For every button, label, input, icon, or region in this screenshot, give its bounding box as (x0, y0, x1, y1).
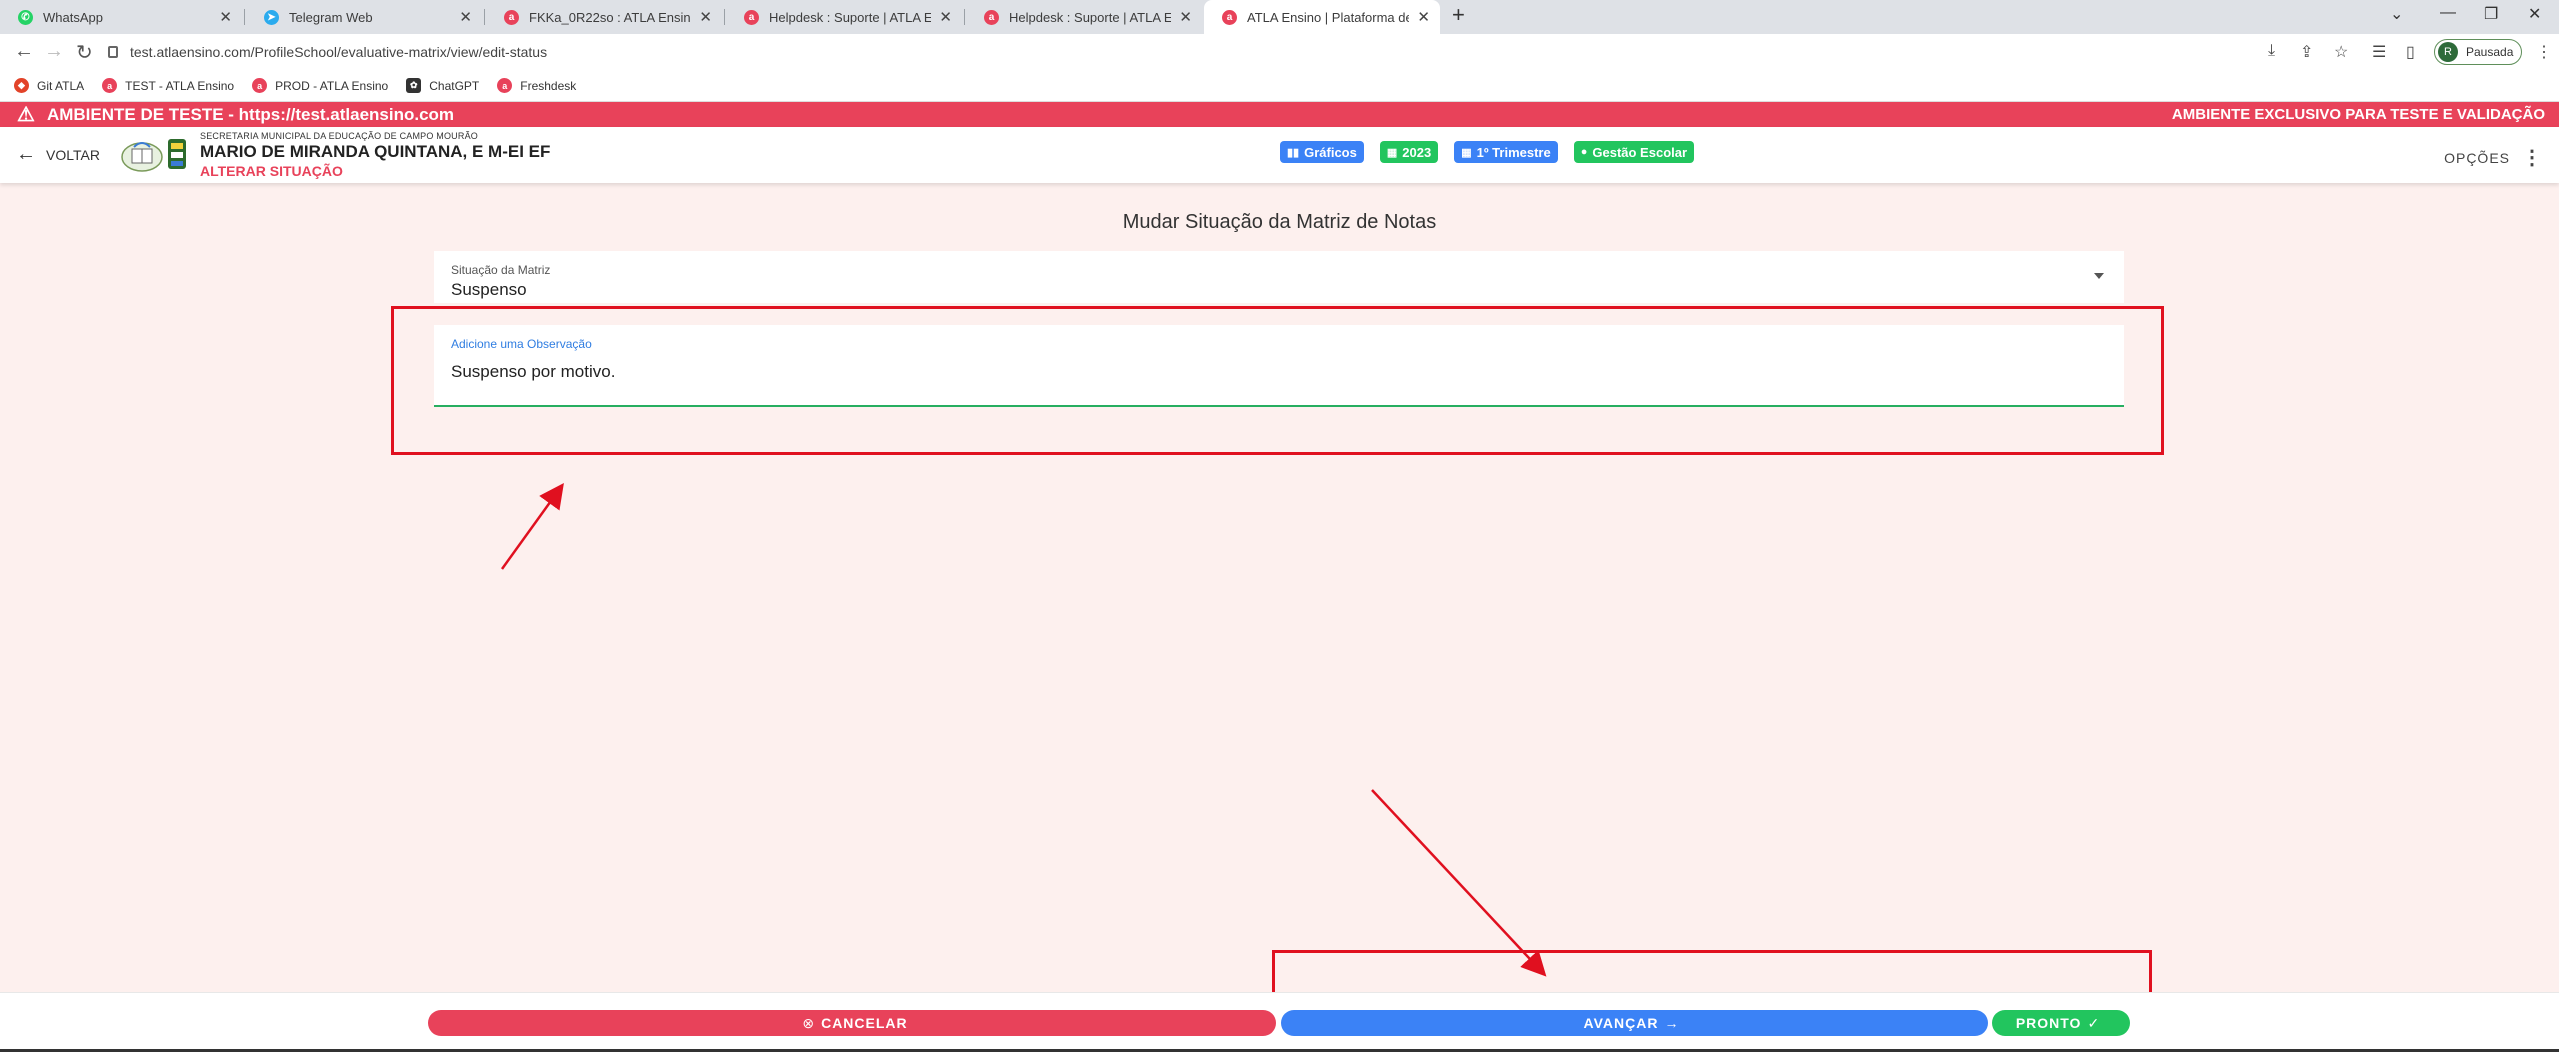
annotation-arrows (500, 482, 1547, 977)
done-button[interactable]: PRONTO ✓ (1992, 1010, 2130, 1036)
action-footer: ⊗ CANCELAR AVANÇAR → PRONTO ✓ (0, 992, 2559, 1052)
cancel-button[interactable]: ⊗ CANCELAR (428, 1010, 1276, 1036)
annotation-arrow-up (500, 482, 564, 570)
arrow-right-icon: → (1664, 1015, 1680, 1031)
annotation-arrow-down (1371, 789, 1547, 977)
next-button[interactable]: AVANÇAR → (1281, 1010, 1988, 1036)
next-label: AVANÇAR (1583, 1015, 1659, 1031)
close-circle-icon: ⊗ (802, 1014, 816, 1031)
check-circle-icon: ✓ (2087, 1014, 2101, 1031)
done-label: PRONTO (2015, 1015, 2082, 1031)
cancel-label: CANCELAR (821, 1015, 908, 1031)
